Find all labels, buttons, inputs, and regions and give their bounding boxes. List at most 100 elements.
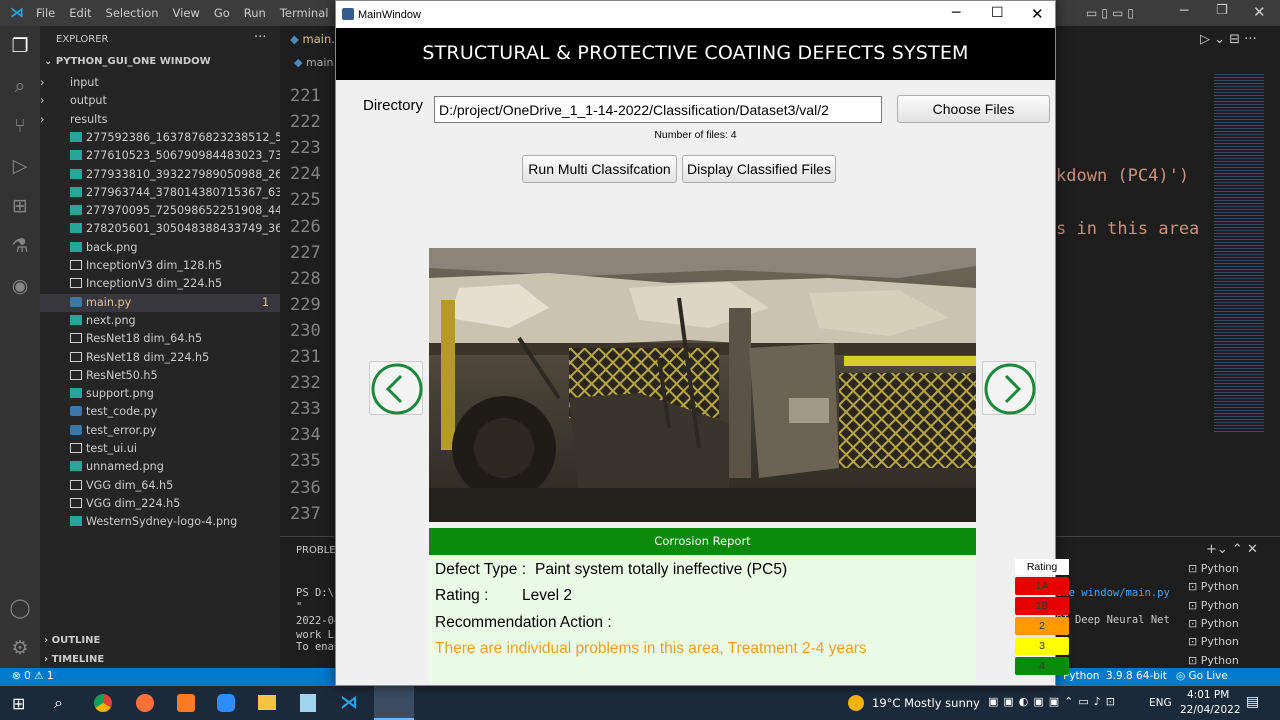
outline-section[interactable]: › OUTLINE bbox=[44, 635, 100, 646]
rating-level-2: 2 bbox=[1015, 617, 1069, 635]
restore-vscode-icon[interactable]: ❐ bbox=[1216, 3, 1228, 18]
file-tree-item[interactable]: › output bbox=[40, 92, 280, 110]
file-tree-item[interactable]: InceptionV3 dim_128.h5 bbox=[40, 257, 280, 275]
choose-files-button[interactable]: Choose Files bbox=[897, 95, 1050, 123]
menu-item[interactable]: Terminal bbox=[280, 6, 329, 20]
minimize-vscode-icon[interactable]: ─ bbox=[1180, 3, 1188, 19]
file-tree-item[interactable]: test_error.py bbox=[40, 422, 280, 440]
panel-controls[interactable]: +⌄ ⌃ ✕ bbox=[1206, 542, 1258, 557]
github-icon[interactable]: ◉ bbox=[8, 274, 32, 298]
explorer-icon[interactable]: ❐ bbox=[8, 34, 32, 58]
file-tree-item[interactable]: 277970095_725098652251908_449493... bbox=[40, 202, 280, 220]
file-explorer-icon[interactable] bbox=[258, 695, 276, 710]
minimize-icon[interactable]: ─ bbox=[952, 5, 960, 21]
file-tree-item[interactable]: 277610523_506790984483023_736475... bbox=[40, 147, 280, 165]
clock-time[interactable]: 4:01 PM bbox=[1187, 689, 1229, 701]
file-icon bbox=[70, 351, 82, 362]
terminal-session[interactable]: ⊡ Python bbox=[1188, 654, 1239, 667]
terminal-session[interactable]: ⊡ Python bbox=[1188, 617, 1239, 630]
line-number: 223 bbox=[290, 138, 321, 159]
file-tree-item[interactable]: › input bbox=[40, 74, 280, 92]
more-actions-icon[interactable]: ··· bbox=[254, 30, 266, 45]
layout-controls[interactable]: ▭▯▭▯ bbox=[1086, 6, 1138, 20]
account-icon[interactable]: ◯ bbox=[8, 596, 32, 620]
next-image-button[interactable] bbox=[982, 361, 1036, 415]
problems-count[interactable]: ⊗ 0 ⚠ 1 bbox=[12, 670, 54, 682]
line-number: 221 bbox=[290, 86, 321, 106]
weather-text[interactable]: 19°C Mostly sunny bbox=[872, 696, 980, 710]
status-go-live[interactable]: ◎ Go Live bbox=[1176, 670, 1228, 682]
file-tree-item[interactable]: back.png bbox=[40, 239, 280, 257]
file-tree-item[interactable]: 277592386_1637876823238512_56587... bbox=[40, 129, 280, 147]
terminal-session[interactable]: ⊡ Python bbox=[1188, 635, 1239, 648]
file-tree-item[interactable]: next.png bbox=[40, 312, 280, 330]
language-indicator[interactable]: ENG bbox=[1149, 697, 1172, 709]
timeline-section[interactable]: › TIMELINE bbox=[44, 654, 104, 665]
firefox-icon[interactable] bbox=[136, 694, 154, 712]
xampp-icon[interactable] bbox=[177, 694, 195, 712]
file-tree-item[interactable]: test_ui.ui bbox=[40, 440, 280, 458]
rating-level-1a: 1A bbox=[1015, 577, 1069, 595]
taskbar-search-icon[interactable]: ⌕ bbox=[54, 693, 63, 713]
tray-icons[interactable]: ▣▣◐▣▣⌃▭♪⊡ bbox=[988, 695, 1120, 708]
file-tree-item[interactable]: ResNet50.h5 bbox=[40, 367, 280, 385]
python-file-icon bbox=[70, 406, 82, 417]
menu-item[interactable]: Run bbox=[244, 6, 266, 20]
project-root[interactable]: ⌄ PYTHON_GUI_ONE WINDOW bbox=[44, 56, 211, 67]
file-tree-item[interactable]: › results bbox=[40, 111, 280, 129]
file-tree-item[interactable]: ResNet18 dim_224.h5 bbox=[40, 349, 280, 367]
status-interpreter[interactable]: 3.9.8 64-bit bbox=[1106, 670, 1167, 682]
file-tree-item[interactable]: WesternSydney-logo-4.png bbox=[40, 513, 280, 531]
run-file-icon[interactable]: ▷ ⌄ ⊟ ··· bbox=[1200, 32, 1257, 47]
file-count: Number of files: 4 bbox=[654, 129, 737, 141]
settings-gear-icon[interactable]: ⚙ bbox=[8, 636, 32, 660]
maximize-icon[interactable]: ☐ bbox=[991, 5, 1004, 21]
problem-badge: 1 bbox=[262, 295, 270, 309]
chrome-icon[interactable] bbox=[94, 694, 112, 712]
arrow-left-circle-icon bbox=[371, 363, 423, 415]
extensions-icon[interactable]: ⊞ bbox=[8, 194, 32, 218]
run-debug-icon[interactable]: ▷ bbox=[8, 154, 32, 178]
terminal-session[interactable]: ⊡ Python bbox=[1188, 599, 1239, 612]
clock-date[interactable]: 22/04/2022 bbox=[1180, 704, 1241, 716]
file-tree-item[interactable]: 278205601_305048388433749_364295... bbox=[40, 220, 280, 238]
notepad-icon[interactable] bbox=[300, 694, 316, 712]
minimap[interactable] bbox=[1214, 72, 1264, 432]
terminal-session[interactable]: ⊡ Python bbox=[1188, 580, 1239, 593]
windows-start-icon[interactable]: ⊞ bbox=[12, 694, 25, 713]
vscode-taskbar-icon[interactable]: ⋊ bbox=[340, 692, 358, 713]
testing-icon[interactable]: ⚗ bbox=[8, 234, 32, 258]
file-tree-item[interactable]: 277933810_393227989050988_266778... bbox=[40, 166, 280, 184]
close-icon[interactable]: ✕ bbox=[1031, 5, 1044, 23]
indent: › bbox=[40, 94, 45, 108]
close-vscode-icon[interactable]: ✕ bbox=[1253, 3, 1266, 21]
file-tree-item[interactable]: ResNet18 dim_64.h5 bbox=[40, 330, 280, 348]
menu-item[interactable]: Go bbox=[214, 6, 230, 20]
file-tree-item[interactable]: InceptionV3 dim_224.h5 bbox=[40, 275, 280, 293]
python-file-icon: ◆ bbox=[290, 32, 303, 46]
source-control-icon[interactable]: ⑂ bbox=[8, 114, 32, 138]
file-tree-item[interactable]: VGG dim_224.h5 bbox=[40, 495, 280, 513]
file-tree-item[interactable]: 277963744_378014380715367_630942... bbox=[40, 184, 280, 202]
menu-item[interactable]: View bbox=[173, 6, 200, 20]
display-classified-files-button[interactable]: Display Classified Files bbox=[682, 155, 836, 183]
zoom-icon[interactable] bbox=[217, 694, 235, 712]
menu-item[interactable]: Selection bbox=[106, 6, 159, 20]
run-multi-classification-button[interactable]: Run Multi Classifcation bbox=[522, 155, 677, 183]
previous-image-button[interactable] bbox=[369, 361, 423, 415]
file-tree-item[interactable]: support.png bbox=[40, 385, 280, 403]
menu-item[interactable]: File bbox=[36, 6, 55, 20]
file-tree-item[interactable]: main.py 1 bbox=[40, 293, 280, 312]
line-number: 228 bbox=[290, 268, 321, 289]
notification-icon[interactable]: ▤ bbox=[1246, 694, 1259, 710]
search-icon[interactable]: ⌕ bbox=[8, 74, 32, 98]
terminal-session[interactable]: ⊡ Python bbox=[1188, 562, 1239, 575]
menu-item[interactable]: Edit bbox=[69, 6, 91, 20]
directory-input[interactable] bbox=[434, 96, 882, 123]
file-tree-item[interactable]: test_code.py bbox=[40, 403, 280, 421]
file-tree-item[interactable]: VGG dim_64.h5 bbox=[40, 477, 280, 495]
terminal-right-1: one window/main.py bbox=[1056, 587, 1170, 599]
python-app-taskbar-icon[interactable] bbox=[374, 686, 414, 720]
file-tree-item[interactable]: unnamed.png bbox=[40, 458, 280, 476]
windows-taskbar: ⊞ ⌕ ⋊ 19°C Mostly sunny ▣▣◐▣▣⌃▭♪⊡ ENG 4:… bbox=[0, 686, 1280, 720]
